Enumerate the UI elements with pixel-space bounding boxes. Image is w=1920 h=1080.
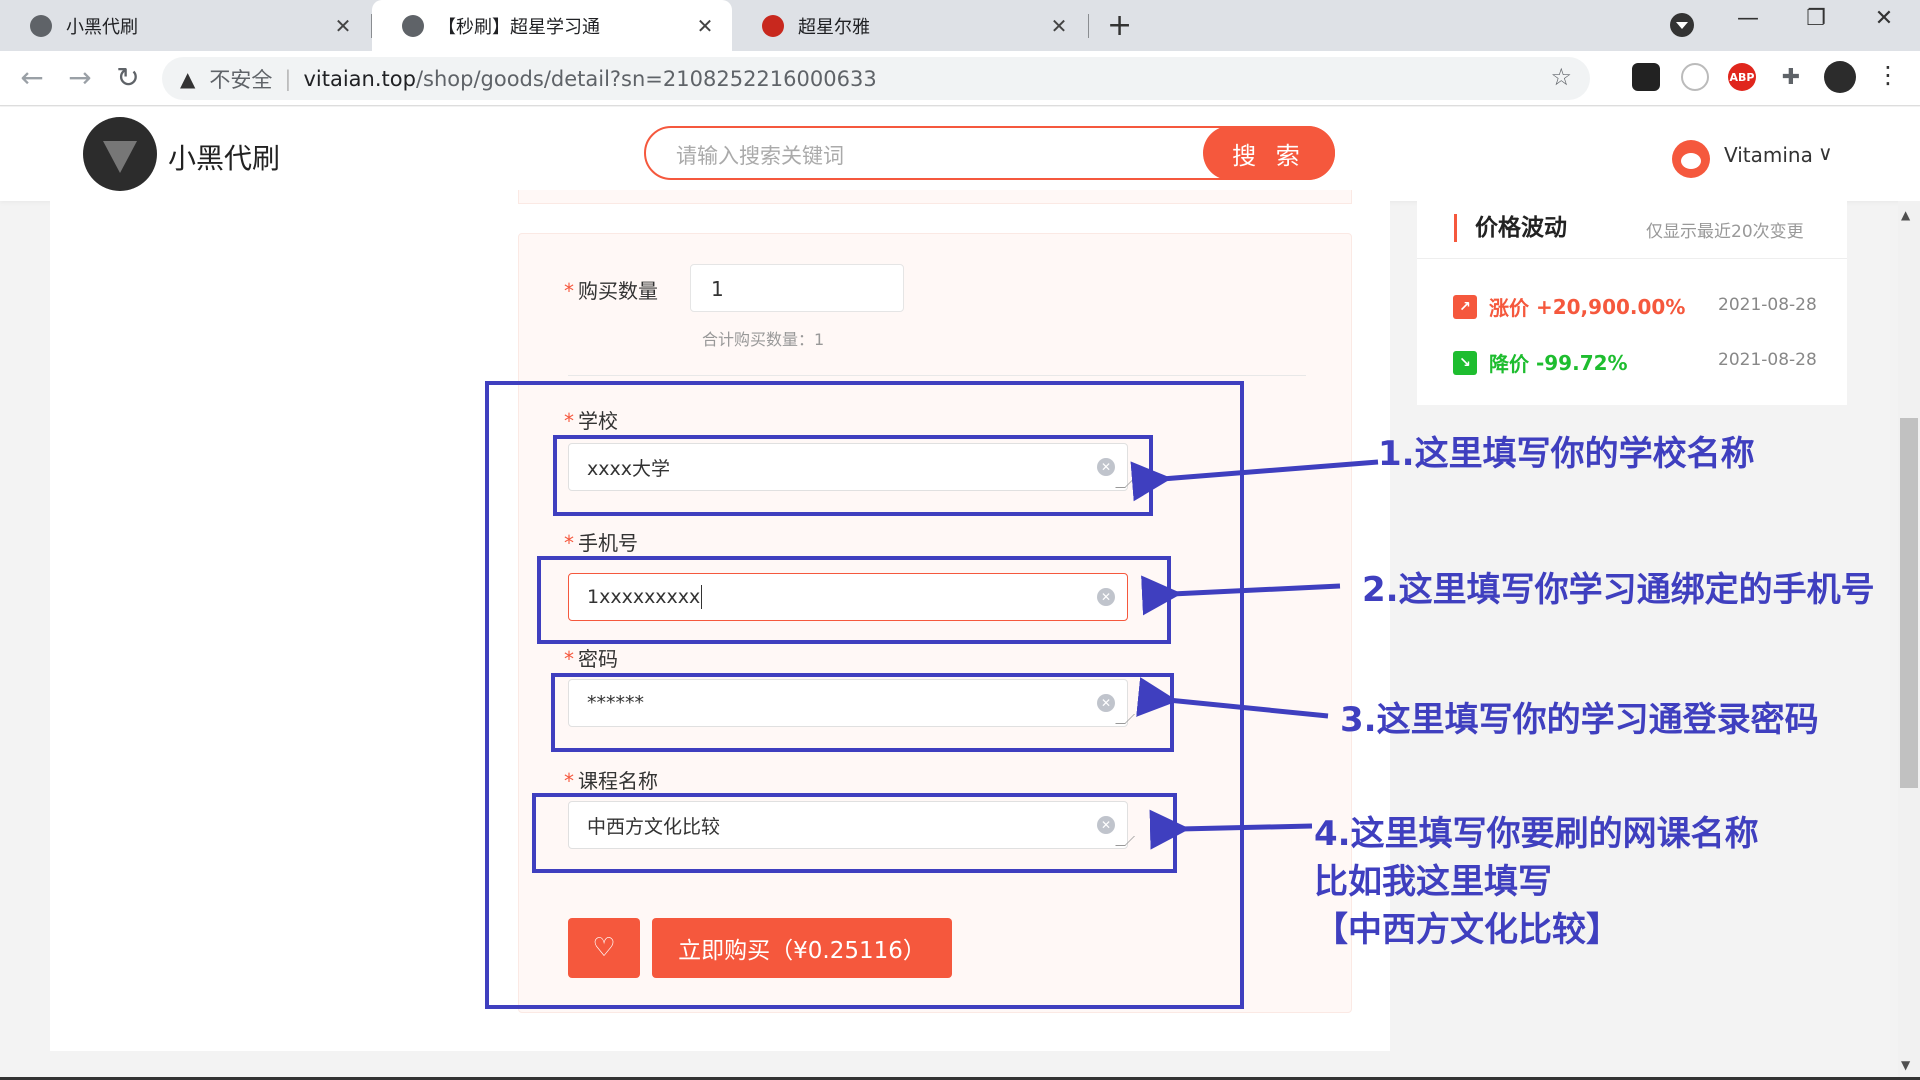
user-name[interactable]: Vitamina: [1724, 143, 1813, 167]
scrollbar-thumb[interactable]: [1900, 418, 1918, 788]
scroll-down-arrow-icon[interactable]: ▼: [1901, 1058, 1910, 1072]
price-trend-divider: [1417, 258, 1847, 259]
previous-panel-edge: [518, 190, 1352, 204]
annotation-text-2: 2.这里填写你学习通绑定的手机号: [1362, 570, 1875, 610]
puzzle-icon[interactable]: ✚: [1777, 63, 1805, 91]
address-bar[interactable]: ▲ 不安全 | vitaian.top /shop/goods/detail?s…: [162, 57, 1590, 100]
price-down-date: 2021-08-28: [1718, 350, 1817, 370]
bookmark-star-icon[interactable]: ☆: [1550, 63, 1572, 91]
new-tab-button[interactable]: +: [1107, 8, 1132, 43]
trend-up-icon: ↗: [1453, 294, 1477, 319]
tab-chaoxing-active[interactable]: 【秒刷】超星学习通 ✕: [372, 0, 732, 51]
globe-icon: [30, 14, 52, 37]
annotation-box-course: [532, 793, 1177, 873]
extension-circle-icon[interactable]: [1681, 63, 1709, 91]
browser-toolbar: ← → ↻ ▲ 不安全 | vitaian.top /shop/goods/de…: [0, 51, 1920, 106]
required-mark: *: [564, 279, 574, 303]
warning-triangle-icon[interactable]: ▲: [180, 67, 195, 91]
quantity-label-text: 购买数量: [578, 279, 658, 303]
search-button[interactable]: 搜 索: [1203, 126, 1335, 180]
chevron-down-icon[interactable]: ∨: [1818, 141, 1833, 165]
adblock-plus-icon[interactable]: ABP: [1728, 63, 1756, 91]
browser-menu-icon[interactable]: ⋮: [1868, 61, 1908, 89]
tab-close-icon[interactable]: ✕: [332, 14, 354, 38]
price-down-kind: 降价: [1489, 352, 1529, 376]
site-header: 小黑代刷 请输入搜索关键词 搜 索 Vitamina ∨: [0, 107, 1920, 201]
address-separator: |: [284, 66, 292, 91]
site-logo-icon[interactable]: [83, 117, 157, 191]
reload-button[interactable]: ↻: [108, 61, 148, 94]
user-avatar-icon[interactable]: [1672, 140, 1710, 178]
price-up-value: +20,900.00%: [1535, 294, 1686, 319]
tab-search-icon[interactable]: [1670, 13, 1694, 37]
globe-icon: [402, 14, 424, 37]
quantity-summary: 合计购买数量：1: [702, 330, 825, 349]
annotation-text-4-line2: 比如我这里填写: [1314, 862, 1552, 902]
tab-title: 【秒刷】超星学习通: [438, 16, 600, 38]
browser-tab-bar: 小黑代刷 ✕ 【秒刷】超星学习通 ✕ 超星尔雅 ✕ + — ❐ ✕: [0, 0, 1920, 51]
price-trend-note: 仅显示最近20次变更: [1646, 222, 1804, 242]
form-divider: [568, 375, 1306, 376]
profile-avatar-icon[interactable]: [1824, 61, 1856, 93]
price-up-date: 2021-08-28: [1718, 295, 1817, 315]
search-input[interactable]: 请输入搜索关键词: [676, 140, 844, 170]
site-name[interactable]: 小黑代刷: [168, 137, 280, 177]
scroll-up-arrow-icon[interactable]: ▲: [1901, 208, 1910, 222]
minimize-button[interactable]: —: [1728, 6, 1768, 31]
search-box: 请输入搜索关键词 搜 索: [644, 126, 1335, 180]
annotation-text-3: 3.这里填写你的学习通登录密码: [1340, 700, 1819, 740]
tab-close-icon[interactable]: ✕: [694, 14, 716, 38]
quantity-label: * 购买数量: [564, 275, 658, 304]
tampermonkey-icon[interactable]: [1632, 63, 1660, 91]
back-button[interactable]: ←: [12, 61, 52, 94]
chaoxing-logo-icon: [762, 14, 784, 37]
tab-erya[interactable]: 超星尔雅 ✕: [732, 0, 1086, 51]
annotation-text-4: 4.这里填写你要刷的网课名称: [1314, 814, 1759, 854]
window-close-button[interactable]: ✕: [1864, 6, 1904, 31]
url-path: /shop/goods/detail?sn=2108252216000633: [415, 66, 877, 91]
url-host: vitaian.top: [303, 66, 416, 91]
price-up-kind: 涨价: [1489, 296, 1529, 320]
tab-title: 超星尔雅: [798, 16, 870, 38]
security-label[interactable]: 不安全: [209, 64, 272, 94]
quantity-input[interactable]: 1: [690, 264, 904, 312]
annotation-text-1: 1.这里填写你的学校名称: [1378, 434, 1755, 474]
price-down-item: ↘ 降价 -99.72%: [1453, 348, 1628, 377]
annotation-box-phone: [537, 556, 1171, 644]
annotation-box-school: [553, 435, 1153, 516]
annotation-box-password: [551, 673, 1174, 752]
forward-button[interactable]: →: [60, 61, 100, 94]
price-down-value: -99.72%: [1535, 350, 1628, 375]
price-up-item: ↗ 涨价 +20,900.00%: [1453, 292, 1685, 321]
tab-separator: [1088, 14, 1089, 38]
trend-down-icon: ↘: [1453, 350, 1477, 375]
annotation-text-4-line3: 【中西方文化比较】: [1314, 910, 1620, 950]
tab-close-icon[interactable]: ✕: [1048, 14, 1070, 38]
price-trend-title: 价格波动: [1454, 214, 1567, 242]
maximize-button[interactable]: ❐: [1796, 6, 1836, 31]
tab-xiaohei[interactable]: 小黑代刷 ✕: [0, 0, 370, 51]
tab-title: 小黑代刷: [66, 16, 138, 38]
